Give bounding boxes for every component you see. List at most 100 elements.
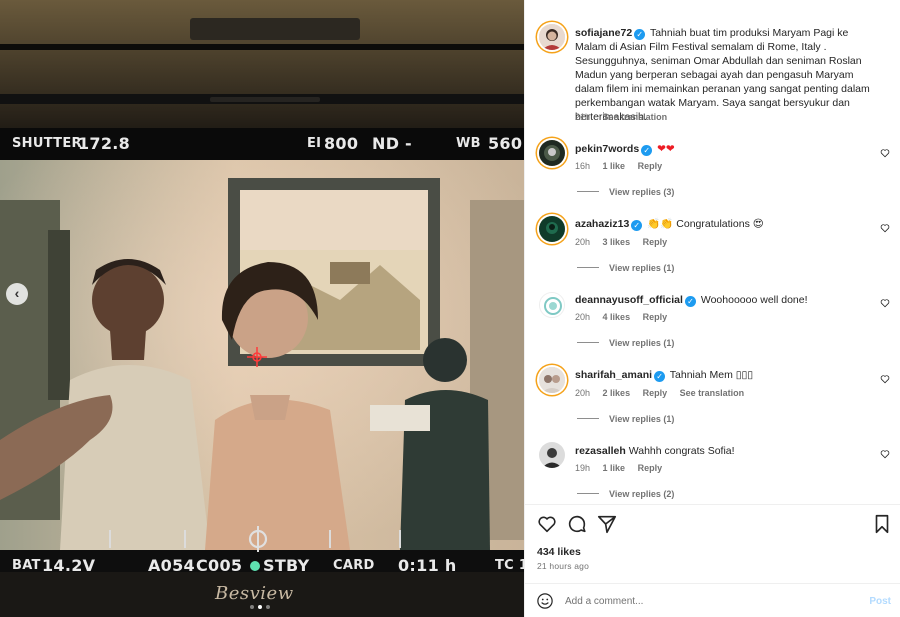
comment-avatar[interactable] bbox=[539, 292, 565, 318]
reply-button[interactable]: Reply bbox=[643, 237, 668, 247]
view-replies-button[interactable]: View replies (1) bbox=[577, 338, 674, 348]
comment-text: sharifah_amani ✓ Tahniah Mem ▯▯▯ bbox=[575, 368, 880, 382]
view-replies-label: View replies (1) bbox=[609, 263, 675, 273]
comment-text: deannayusoff_official ✓ Woohooooo well do… bbox=[575, 293, 880, 307]
like-comment-heart-icon[interactable] bbox=[880, 449, 890, 459]
comment-likes[interactable]: 3 likes bbox=[603, 237, 631, 247]
hud-ei-label: EI bbox=[307, 136, 322, 151]
caption-text: sofiajane72 ✓ Tahniah buat tim produksi M… bbox=[575, 26, 880, 124]
comment-body: Woohooooo well done! bbox=[700, 294, 808, 306]
comment-body: 👏👏 Congratulations 😍 bbox=[647, 218, 764, 230]
replies-line bbox=[577, 342, 599, 343]
hud-shutter-label: SHUTTER bbox=[12, 136, 82, 151]
see-translation-button[interactable]: See translation bbox=[680, 388, 745, 398]
replies-line bbox=[577, 418, 599, 419]
caption-meta: 21h See translation bbox=[575, 112, 677, 122]
caption-avatar[interactable] bbox=[539, 24, 565, 50]
comment-text: pekin7words ✓ ❤❤ bbox=[575, 142, 880, 156]
comment-meta: 19h 1 like Reply bbox=[575, 463, 672, 473]
comment-time: 20h bbox=[575, 237, 591, 247]
caption-time: 21h bbox=[575, 112, 591, 122]
hud-status: STBY bbox=[250, 556, 310, 575]
view-replies-button[interactable]: View replies (1) bbox=[577, 414, 674, 424]
avatar-image bbox=[539, 442, 565, 468]
add-comment-input[interactable] bbox=[565, 592, 845, 610]
view-replies-label: View replies (2) bbox=[609, 489, 675, 499]
view-replies-button[interactable]: View replies (2) bbox=[577, 489, 674, 499]
comment-username[interactable]: deannayusoff_official bbox=[575, 294, 683, 306]
comment-avatar[interactable] bbox=[539, 216, 565, 242]
hud-shutter-value: 172.8 bbox=[78, 134, 131, 153]
like-comment-heart-icon[interactable] bbox=[880, 148, 890, 158]
comment-likes[interactable]: 4 likes bbox=[603, 312, 631, 322]
view-replies-button[interactable]: View replies (1) bbox=[577, 263, 674, 273]
comment-avatar[interactable] bbox=[539, 442, 565, 468]
view-replies-label: View replies (1) bbox=[609, 338, 675, 348]
replies-line bbox=[577, 267, 599, 268]
hud-tc-label: TC 1 bbox=[495, 558, 524, 573]
view-replies-button[interactable]: View replies (3) bbox=[577, 187, 674, 197]
like-comment-heart-icon[interactable] bbox=[880, 223, 890, 233]
divider bbox=[525, 504, 900, 505]
hud-time-value: 0:11 h bbox=[398, 556, 457, 575]
comment-meta: 16h 1 like Reply bbox=[575, 161, 672, 171]
hud-clip-a: A054 bbox=[148, 556, 195, 575]
comment-avatar[interactable] bbox=[539, 140, 565, 166]
hud-nd-value: - bbox=[405, 134, 412, 153]
chevron-left-icon: ‹ bbox=[14, 285, 20, 301]
avatar-image bbox=[540, 293, 564, 317]
caption-username[interactable]: sofiajane72 bbox=[575, 27, 632, 39]
comment-bubble-icon[interactable] bbox=[566, 513, 588, 535]
comment-time: 19h bbox=[575, 463, 591, 473]
verified-badge-icon: ✓ bbox=[684, 296, 696, 307]
comment-avatar[interactable] bbox=[539, 367, 565, 393]
comment-likes[interactable]: 1 like bbox=[603, 463, 626, 473]
hud-clip-c: C005 bbox=[196, 556, 243, 575]
caption-body: Tahniah buat tim produksi Maryam Pagi ke… bbox=[575, 27, 870, 123]
reply-button[interactable]: Reply bbox=[638, 463, 663, 473]
hud-nd-label: ND bbox=[372, 134, 400, 153]
carousel-dot bbox=[266, 605, 270, 609]
comment-body: Tahniah Mem ▯▯▯ bbox=[669, 369, 754, 381]
hud-card-label: CARD bbox=[333, 558, 375, 573]
post-media[interactable]: SHUTTER 172.8 EI 800 ND - WB 560 BAT 14.… bbox=[0, 0, 524, 617]
comment-meta: 20h 4 likes Reply bbox=[575, 312, 677, 322]
post-timestamp[interactable]: 21 hours ago bbox=[537, 561, 589, 571]
verified-badge-icon: ✓ bbox=[631, 220, 643, 231]
hud-wb-value: 560 bbox=[488, 134, 523, 153]
post-comment-button[interactable]: Post bbox=[869, 596, 891, 607]
verified-badge-icon: ✓ bbox=[634, 29, 646, 40]
like-heart-icon[interactable] bbox=[536, 513, 558, 535]
verified-badge-icon: ✓ bbox=[654, 371, 666, 382]
comment-username[interactable]: sharifah_amani bbox=[575, 369, 652, 381]
hud-bat-label: BAT bbox=[12, 558, 41, 573]
comments-panel: sofiajane72 ✓ Tahniah buat tim produksi M… bbox=[524, 0, 900, 617]
carousel-prev-button[interactable]: ‹ bbox=[6, 283, 28, 305]
comment-time: 16h bbox=[575, 161, 591, 171]
share-send-icon[interactable] bbox=[596, 513, 618, 535]
caption-see-translation[interactable]: See translation bbox=[603, 112, 668, 122]
reply-button[interactable]: Reply bbox=[638, 161, 663, 171]
comment-text: rezasalleh Wahhh congrats Sofia! bbox=[575, 444, 880, 458]
view-replies-label: View replies (3) bbox=[609, 187, 675, 197]
avatar-image bbox=[539, 367, 565, 393]
post-actions bbox=[525, 513, 900, 535]
comment-time: 20h bbox=[575, 388, 591, 398]
like-comment-heart-icon[interactable] bbox=[880, 374, 890, 384]
like-comment-heart-icon[interactable] bbox=[880, 298, 890, 308]
comment-username[interactable]: azahaziz13 bbox=[575, 218, 629, 230]
save-bookmark-icon[interactable] bbox=[871, 513, 893, 535]
reply-button[interactable]: Reply bbox=[643, 388, 668, 398]
film-set-photo bbox=[0, 0, 524, 617]
hud-ei-value: 800 bbox=[324, 134, 359, 153]
reply-button[interactable]: Reply bbox=[643, 312, 668, 322]
emoji-icon[interactable] bbox=[536, 592, 554, 610]
comment-likes[interactable]: 2 likes bbox=[603, 388, 631, 398]
likes-count[interactable]: 434 likes bbox=[537, 546, 581, 558]
comment-username[interactable]: rezasalleh bbox=[575, 445, 626, 457]
verified-badge-icon: ✓ bbox=[641, 145, 653, 156]
carousel-dot bbox=[250, 605, 254, 609]
comments-list[interactable]: sofiajane72 ✓ Tahniah buat tim produksi M… bbox=[525, 0, 900, 504]
comment-likes[interactable]: 1 like bbox=[603, 161, 626, 171]
comment-username[interactable]: pekin7words bbox=[575, 143, 639, 155]
